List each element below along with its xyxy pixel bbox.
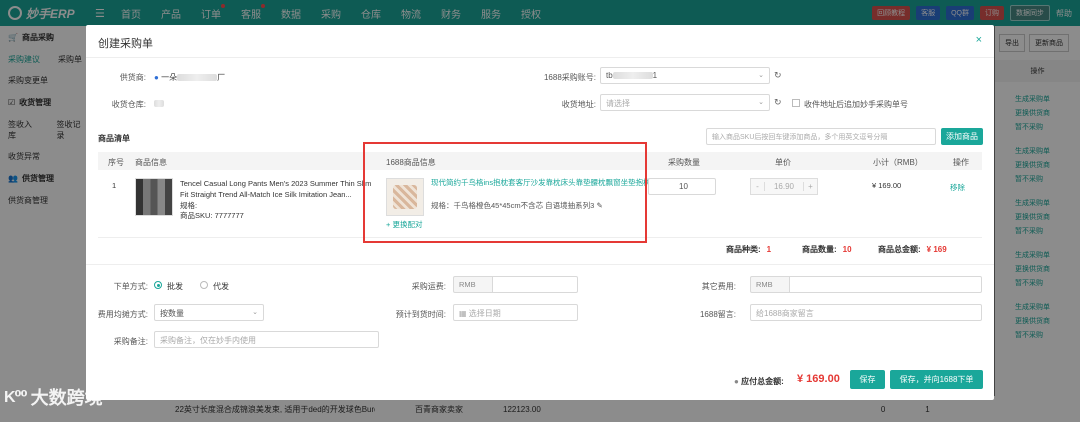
dropship-radio[interactable]	[200, 281, 208, 289]
summary-amount-label: 商品总金额:	[878, 245, 921, 254]
warehouse-label: 收货仓库:	[111, 100, 146, 109]
col-info: 商品信息	[135, 158, 167, 167]
calendar-icon: ▦	[459, 309, 467, 318]
account-label: 1688采购账号:	[543, 73, 596, 82]
remove-link[interactable]: 移除	[950, 182, 965, 193]
append-order-checkbox[interactable]	[792, 99, 800, 107]
info-icon: ●	[734, 377, 739, 386]
product-image	[135, 178, 173, 216]
eta-label: 预计到货时间:	[395, 310, 446, 319]
divider	[86, 57, 994, 58]
other-fee-label: 其它费用:	[701, 282, 736, 291]
total-value: ¥ 169.00	[797, 373, 840, 385]
order-type-label: 下单方式:	[113, 282, 148, 291]
warehouse-value	[154, 99, 164, 108]
account-select[interactable]: tb 1 ⌄	[600, 67, 770, 84]
divider	[86, 264, 994, 265]
goods-sku-input[interactable]: 输入商品SKU后按回车键添加商品，多个用英文逗号分隔	[706, 128, 936, 145]
save-button[interactable]: 保存	[850, 370, 885, 389]
product-sku: 商品SKU: 7777777	[180, 210, 244, 221]
address-placeholder: 请选择	[606, 99, 630, 108]
price-stepper: - 16.90 +	[750, 178, 818, 195]
redacted	[154, 100, 164, 108]
refresh-icon[interactable]: ↻	[774, 70, 782, 81]
freight-currency: RMB	[453, 276, 493, 293]
eta-date-input[interactable]: ▦ 选择日期	[453, 304, 578, 321]
highlight-box	[363, 142, 647, 243]
append-order-label: 收件地址后追加妙手采购单号	[804, 100, 908, 109]
dialog-title: 创建采购单	[98, 38, 153, 50]
dropship-label: 代发	[213, 282, 229, 291]
total-label-text: 应付总金额:	[741, 377, 784, 386]
col-qty: 采购数量	[668, 158, 700, 167]
row-subtotal: ¥ 169.00	[872, 181, 902, 190]
msg1688-input[interactable]: 给1688商家留言	[750, 304, 982, 321]
save-and-order-button[interactable]: 保存，并向1688下单	[890, 370, 983, 389]
close-icon[interactable]: ×	[976, 34, 982, 46]
address-select[interactable]: 请选择 ⌄	[600, 94, 770, 111]
supplier-label: 供货商:	[119, 73, 146, 82]
redacted	[177, 74, 218, 82]
summary-kinds: 商品种类: 1	[726, 244, 771, 255]
remark-input[interactable]: 采购备注，仅在妙手内使用	[154, 331, 379, 348]
split-select[interactable]: 按数量 ⌄	[154, 304, 264, 321]
quantity-input[interactable]: 10	[648, 178, 716, 195]
redacted	[612, 72, 653, 80]
freight-input[interactable]	[492, 276, 578, 293]
address-label: 收货地址:	[561, 100, 596, 109]
refresh-icon[interactable]: ↻	[774, 97, 782, 108]
supplier-name: 一朵	[161, 73, 178, 82]
split-label: 费用均摊方式:	[97, 310, 148, 319]
plus-button[interactable]: +	[803, 182, 817, 191]
watermark-logo-icon: K⁰⁰	[4, 389, 28, 406]
wholesale-radio[interactable]	[154, 281, 162, 289]
chevron-down-icon: ⌄	[758, 99, 764, 106]
account-suffix: 1	[652, 71, 658, 80]
remark-label: 采购备注:	[113, 337, 148, 346]
col-op: 操作	[953, 158, 969, 167]
total-label: ● 应付总金额:	[734, 376, 784, 387]
col-price: 单价	[775, 158, 791, 167]
chevron-down-icon: ⌄	[252, 309, 258, 316]
summary-count-value: 10	[842, 245, 852, 254]
wholesale-label: 批发	[167, 282, 183, 291]
col-subtotal: 小计（RMB）	[873, 158, 923, 167]
summary-amount-value: ¥ 169	[926, 245, 947, 254]
price-value[interactable]: 16.90	[765, 182, 803, 191]
other-fee-input[interactable]	[789, 276, 982, 293]
summary-count-label: 商品数量:	[802, 245, 837, 254]
sku-label: 商品SKU:	[180, 211, 213, 220]
create-purchase-order-dialog: 创建采购单 × 供货商: ● 一朵 厂 1688采购账号: tb 1 ⌄ ↻ 收货仓…	[86, 25, 994, 400]
freight-label: 采购运费:	[411, 282, 446, 291]
account-value: tb	[606, 71, 613, 80]
supplier-value: ● 一朵 厂	[154, 72, 225, 83]
supplier-suffix: 厂	[217, 73, 226, 82]
supplier-icon: ●	[154, 73, 159, 82]
eta-placeholder: 选择日期	[468, 309, 501, 318]
chevron-down-icon: ⌄	[758, 72, 764, 79]
summary-count: 商品数量: 10	[802, 244, 852, 255]
split-value: 按数量	[160, 309, 184, 318]
sku-value: 7777777	[214, 211, 244, 220]
minus-button[interactable]: -	[751, 182, 765, 191]
row-no: 1	[112, 181, 117, 190]
product-title: Tencel Casual Long Pants Men's 2023 Summ…	[180, 179, 372, 199]
summary-kinds-value: 1	[766, 245, 772, 254]
msg1688-label: 1688留言:	[699, 310, 736, 319]
summary-kinds-label: 商品种类:	[726, 245, 761, 254]
goods-list-title: 商品清单	[98, 134, 130, 143]
other-fee-currency: RMB	[750, 276, 790, 293]
summary-amount: 商品总金额: ¥ 169	[878, 244, 947, 255]
col-no: 序号	[108, 158, 124, 167]
add-goods-button[interactable]: 添加商品	[941, 128, 983, 145]
